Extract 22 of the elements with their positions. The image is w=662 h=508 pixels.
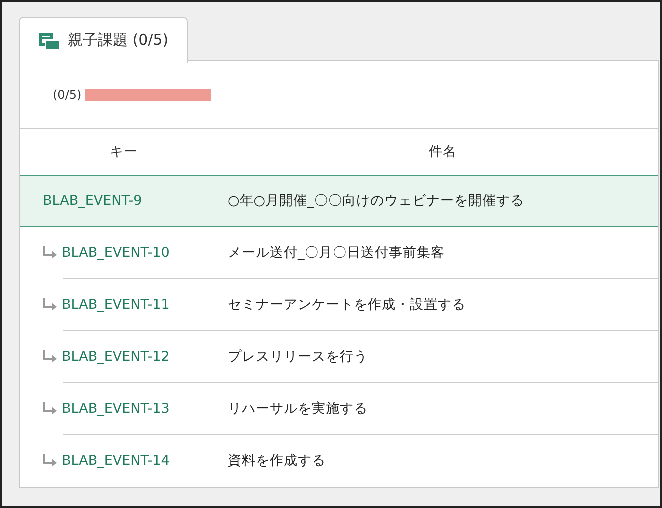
column-header: 件名 (428, 143, 458, 161)
column-header: キー (109, 143, 139, 161)
child-arrow-icon (42, 298, 58, 312)
issue-key-link[interactable]: BLAB_EVENT-10 (62, 245, 170, 261)
summary-text: プレスリリースを行う (228, 348, 368, 366)
child-arrow-icon (42, 402, 58, 416)
summary-text: 資料を作成する (228, 452, 326, 470)
summary-text: セミナーアンケートを作成・設置する (228, 296, 466, 314)
issue-key-link[interactable]: BLAB_EVENT-11 (62, 297, 170, 313)
summary-text: ○年○月開催_〇〇向けのウェビナーを開催する (228, 192, 524, 210)
child-arrow-icon (42, 454, 58, 468)
child-arrow-icon (42, 246, 58, 260)
summary-text: メール送付_〇月〇日送付事前集客 (228, 244, 445, 262)
issue-key-link[interactable]: BLAB_EVENT-13 (62, 401, 170, 417)
tab[interactable]: 親子課題 (0/5) (19, 17, 188, 63)
issue-key-link[interactable]: BLAB_EVENT-14 (62, 453, 170, 469)
issue-key-link[interactable]: BLAB_EVENT-12 (62, 349, 170, 365)
summary-text: リハーサルを実施する (228, 400, 368, 418)
issue-key-link[interactable]: BLAB_EVENT-9 (43, 193, 142, 209)
child-arrow-icon (42, 350, 58, 364)
progress-reading: (0/5) (53, 88, 82, 102)
hierarchy-icon (38, 32, 60, 50)
